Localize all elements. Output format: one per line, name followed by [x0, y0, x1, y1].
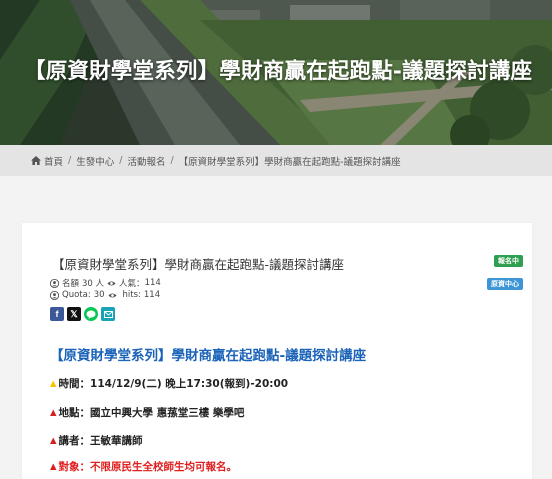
breadcrumb-separator: /	[119, 155, 123, 166]
info-time-text: 時間：114/12/9(二) 晚上17:30(報到)-20:00	[58, 378, 289, 390]
meta-line-en: Quota: 30 hits: 114	[50, 290, 160, 300]
quota-value-en: 30	[93, 290, 105, 300]
yellow-triangle-icon: ▲	[50, 378, 57, 389]
event-card: 【原資財學堂系列】學財商贏在起跑點-議題探討講座 報名中 原資中心 名額 30 …	[22, 223, 532, 479]
breadcrumb-separator: /	[170, 155, 174, 166]
share-buttons: f 𝕏	[50, 307, 115, 321]
article-title: 【原資財學堂系列】學財商贏在起跑點-議題探討講座	[50, 348, 367, 364]
info-time: ▲ 時間：114/12/9(二) 晚上17:30(報到)-20:00	[50, 376, 288, 391]
info-speaker-text: 講者：王敏華講師	[58, 435, 143, 447]
info-speaker: ▲ 講者：王敏華講師	[50, 433, 143, 448]
hits-value: 114	[144, 278, 161, 288]
breadcrumb-center[interactable]: 生發中心	[76, 154, 114, 168]
red-triangle-icon: ▲	[50, 461, 57, 472]
breadcrumb: 首頁 / 生發中心 / 活動報名 / 【原資財學堂系列】學財商贏在起跑點-議題探…	[0, 145, 552, 176]
quota-label-en: Quota:	[62, 290, 91, 300]
hits-label: 人氣：	[119, 279, 145, 289]
breadcrumb-home[interactable]: 首頁	[44, 154, 63, 168]
info-location-text: 地點：國立中興大學 惠蓀堂三樓 樂學吧	[58, 407, 245, 419]
hits-label-en: hits:	[122, 290, 141, 300]
email-icon[interactable]	[101, 307, 115, 321]
breadcrumb-registration[interactable]: 活動報名	[127, 154, 165, 168]
hero-banner: 【原資財學堂系列】學財商贏在起跑點-議題探討講座	[0, 0, 552, 145]
info-audience-text: 對象：不限原民生全校師生均可報名。	[58, 461, 238, 473]
quota-value: 30 人	[82, 279, 105, 289]
quota-label: 名額	[62, 279, 80, 289]
user-icon	[50, 290, 59, 300]
eye-icon	[107, 292, 117, 298]
breadcrumb-current: 【原資財學堂系列】學財商贏在起跑點-議題探討講座	[178, 156, 401, 168]
event-title: 【原資財學堂系列】學財商贏在起跑點-議題探討講座	[52, 257, 345, 272]
red-triangle-icon: ▲	[50, 435, 57, 446]
status-badge: 報名中	[494, 255, 523, 267]
page-title: 【原資財學堂系列】學財商贏在起跑點-議題探討講座	[24, 59, 533, 84]
info-location: ▲ 地點：國立中興大學 惠蓀堂三樓 樂學吧	[50, 405, 244, 420]
facebook-icon[interactable]: f	[50, 307, 64, 321]
red-triangle-icon: ▲	[50, 407, 57, 418]
home-icon	[31, 156, 41, 165]
envelope-icon	[103, 310, 113, 318]
info-audience: ▲ 對象：不限原民生全校師生均可報名。	[50, 459, 237, 474]
department-badge[interactable]: 原資中心	[487, 278, 523, 290]
eye-icon	[107, 280, 116, 286]
meta-line-zh: 名額 30 人 人氣： 114	[50, 277, 161, 289]
line-chat-icon	[86, 310, 96, 319]
user-icon	[50, 278, 59, 288]
line-icon[interactable]	[84, 307, 98, 321]
breadcrumb-separator: /	[68, 155, 72, 166]
hits-value-en: 114	[143, 290, 161, 300]
x-icon[interactable]: 𝕏	[67, 307, 81, 321]
